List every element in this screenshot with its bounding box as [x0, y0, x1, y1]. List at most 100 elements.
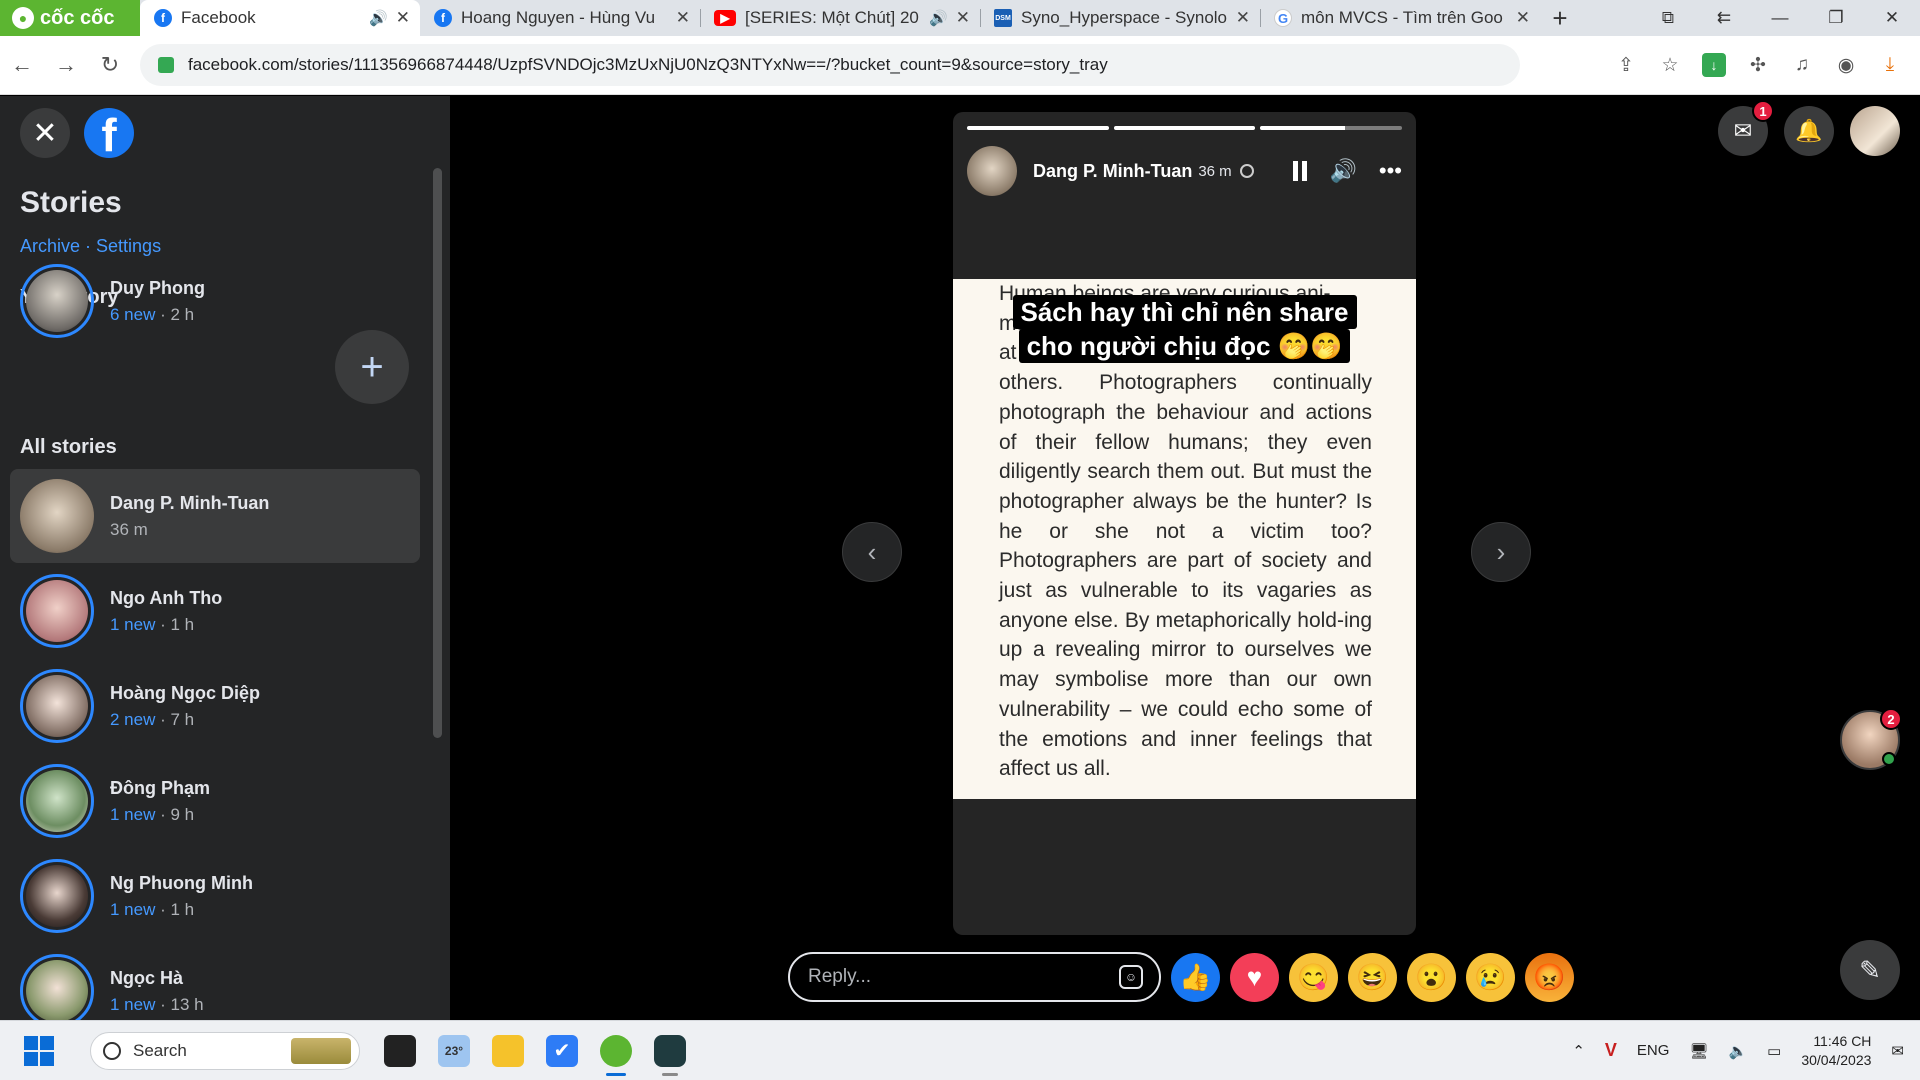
tab-search-icon[interactable]: ⧉	[1640, 0, 1696, 36]
haha-reaction-icon[interactable]: 😆	[1348, 952, 1397, 1002]
media-control-icon[interactable]: ♫	[1790, 53, 1814, 77]
story-author-name[interactable]: Dang P. Minh-Tuan	[1033, 161, 1192, 182]
more-options-icon[interactable]: •••	[1379, 158, 1402, 184]
tab-hoang-nguyen[interactable]: f Hoang Nguyen - Hùng Vu ✕	[420, 0, 700, 36]
sidebar-scrollbar[interactable]	[433, 168, 442, 738]
wow-reaction-icon[interactable]: 😮	[1407, 952, 1456, 1002]
close-tab-icon[interactable]: ✕	[396, 8, 410, 28]
todo-app-icon[interactable]: ✔	[546, 1034, 578, 1067]
pause-icon[interactable]	[1293, 161, 1308, 181]
new-tab-button[interactable]: +	[1540, 0, 1580, 36]
messenger-badge: 1	[1752, 100, 1774, 122]
story-item-hoang-ngoc-diep[interactable]: Hoàng Ngọc Diệp 2 new · 7 h	[10, 659, 420, 753]
bookmark-star-icon[interactable]: ☆	[1658, 53, 1682, 77]
close-tab-icon[interactable]: ✕	[1236, 8, 1250, 28]
camera-app-icon[interactable]	[654, 1034, 686, 1076]
story-author: Ngo Anh Tho	[110, 587, 223, 608]
chat-head-avatar[interactable]: 2	[1840, 708, 1902, 770]
add-story-button[interactable]: +	[335, 330, 409, 404]
antivirus-icon[interactable]: V	[1605, 1040, 1617, 1061]
google-icon: G	[1274, 9, 1292, 27]
search-label: Search	[133, 1040, 187, 1060]
savefrom-extension-icon[interactable]: ↓	[1702, 53, 1726, 77]
share-icon[interactable]: ⇪	[1614, 53, 1638, 77]
secure-lock-icon[interactable]	[158, 57, 174, 73]
back-icon[interactable]: ←	[0, 52, 44, 78]
new-count: 1 new	[110, 614, 156, 634]
back-arrows-icon[interactable]: ⇇	[1696, 0, 1752, 36]
story-item-ngo-anh-tho[interactable]: Ngo Anh Tho 1 new · 1 h	[10, 564, 420, 658]
weather-widget[interactable]: 23°	[438, 1034, 470, 1067]
url-field[interactable]: facebook.com/stories/111356966874448/Uzp…	[140, 44, 1520, 86]
battery-icon[interactable]: ▭	[1767, 1042, 1781, 1060]
notifications-button[interactable]: 🔔	[1784, 106, 1834, 156]
coccoc-logo-icon: ●	[12, 7, 34, 29]
network-icon[interactable]: 🖥	[1689, 1042, 1708, 1060]
close-tab-icon[interactable]: ✕	[956, 8, 970, 28]
meta-separator: ·	[155, 804, 171, 824]
coccoc-app-icon[interactable]	[600, 1034, 632, 1076]
extensions-puzzle-icon[interactable]: ✣	[1746, 53, 1770, 77]
file-explorer-icon[interactable]	[492, 1034, 524, 1067]
progress-segment	[1113, 126, 1256, 130]
minimize-button[interactable]: —	[1752, 0, 1808, 36]
reply-input[interactable]: Reply... ☺	[788, 952, 1161, 1002]
link-separator: ·	[80, 236, 97, 256]
speaker-icon[interactable]: 🔊	[369, 9, 388, 27]
close-tab-icon[interactable]: ✕	[676, 8, 690, 28]
close-tab-icon[interactable]: ✕	[1516, 8, 1530, 28]
reload-icon[interactable]: ↻	[88, 52, 132, 78]
like-reaction-icon[interactable]: 👍	[1171, 952, 1220, 1002]
settings-link[interactable]: Settings	[96, 236, 161, 256]
angry-reaction-icon[interactable]: 😡	[1525, 952, 1574, 1002]
tab-synology[interactable]: DSM Syno_Hyperspace - Synolo ✕	[980, 0, 1260, 36]
download-icon[interactable]: ⤓	[1878, 53, 1902, 77]
profile-icon[interactable]: ◉	[1834, 53, 1858, 77]
clock-date: 30/04/2023	[1801, 1051, 1872, 1068]
love-reaction-icon[interactable]: ♥	[1230, 952, 1279, 1002]
next-story-button[interactable]: ›	[1471, 522, 1531, 582]
account-avatar[interactable]	[1850, 106, 1900, 156]
meta-separator: ·	[155, 614, 171, 634]
coccoc-brand[interactable]: ● cốc cốc	[0, 0, 140, 36]
tab-facebook[interactable]: f Facebook 🔊 ✕	[140, 0, 420, 36]
tab-title: Hoang Nguyen - Hùng Vu	[461, 8, 656, 27]
task-view-icon[interactable]	[384, 1034, 416, 1067]
story-time: 13 h	[170, 994, 204, 1014]
story-time: 2 h	[170, 304, 195, 324]
notification-center-icon[interactable]: ✉	[1891, 1042, 1904, 1060]
sad-reaction-icon[interactable]: 😢	[1466, 952, 1515, 1002]
previous-story-button[interactable]: ‹	[842, 522, 902, 582]
archive-link[interactable]: Archive	[20, 236, 80, 256]
forward-icon[interactable]: →	[44, 52, 88, 78]
story-item-dang-p-minh-tuan[interactable]: Dang P. Minh-Tuan 36 m	[10, 469, 420, 563]
taskbar-search[interactable]: Search	[90, 1031, 360, 1070]
messenger-button[interactable]: ✉ 1	[1718, 100, 1774, 156]
tab-title: Facebook	[181, 8, 256, 27]
volume-icon[interactable]: 🔊	[1329, 158, 1356, 184]
tab-youtube[interactable]: ▶ [SERIES: Một Chút] 20 🔊 ✕	[700, 0, 980, 36]
avatar	[20, 859, 94, 933]
story-item-dong-pham[interactable]: Đông Phạm 1 new · 9 h	[10, 754, 420, 848]
bell-icon: 🔔	[1795, 118, 1823, 143]
story-card[interactable]: Dang P. Minh-Tuan 36 m 🔊 ••• Human being…	[953, 112, 1416, 935]
clock-time: 11:46 CH	[1813, 1032, 1872, 1049]
show-hidden-icons-icon[interactable]: ⌃	[1572, 1042, 1585, 1060]
new-count: 2 new	[110, 709, 156, 729]
facebook-logo-icon[interactable]: f	[84, 108, 134, 158]
new-message-button[interactable]: ✎	[1840, 940, 1900, 1000]
tab-google[interactable]: G môn MVCS - Tìm trên Goo ✕	[1260, 0, 1540, 36]
volume-tray-icon[interactable]: 🔈	[1728, 1042, 1747, 1060]
sticker-icon[interactable]: ☺	[1119, 965, 1143, 989]
start-button[interactable]	[24, 1035, 54, 1066]
maximize-button[interactable]: ❐	[1808, 0, 1864, 36]
close-stories-button[interactable]: ✕	[20, 108, 70, 158]
story-item-ng-phuong-minh[interactable]: Ng Phuong Minh 1 new · 1 h	[10, 849, 420, 943]
language-indicator[interactable]: ENG	[1637, 1042, 1670, 1059]
author-avatar[interactable]	[967, 146, 1017, 196]
close-window-button[interactable]: ✕	[1864, 0, 1920, 36]
clock[interactable]: 11:46 CH 30/04/2023	[1801, 1032, 1871, 1070]
story-item-ngoc-ha[interactable]: Ngọc Hà 1 new · 13 h	[10, 944, 420, 1020]
care-reaction-icon[interactable]: 😋	[1289, 952, 1338, 1002]
speaker-icon[interactable]: 🔊	[929, 9, 948, 27]
